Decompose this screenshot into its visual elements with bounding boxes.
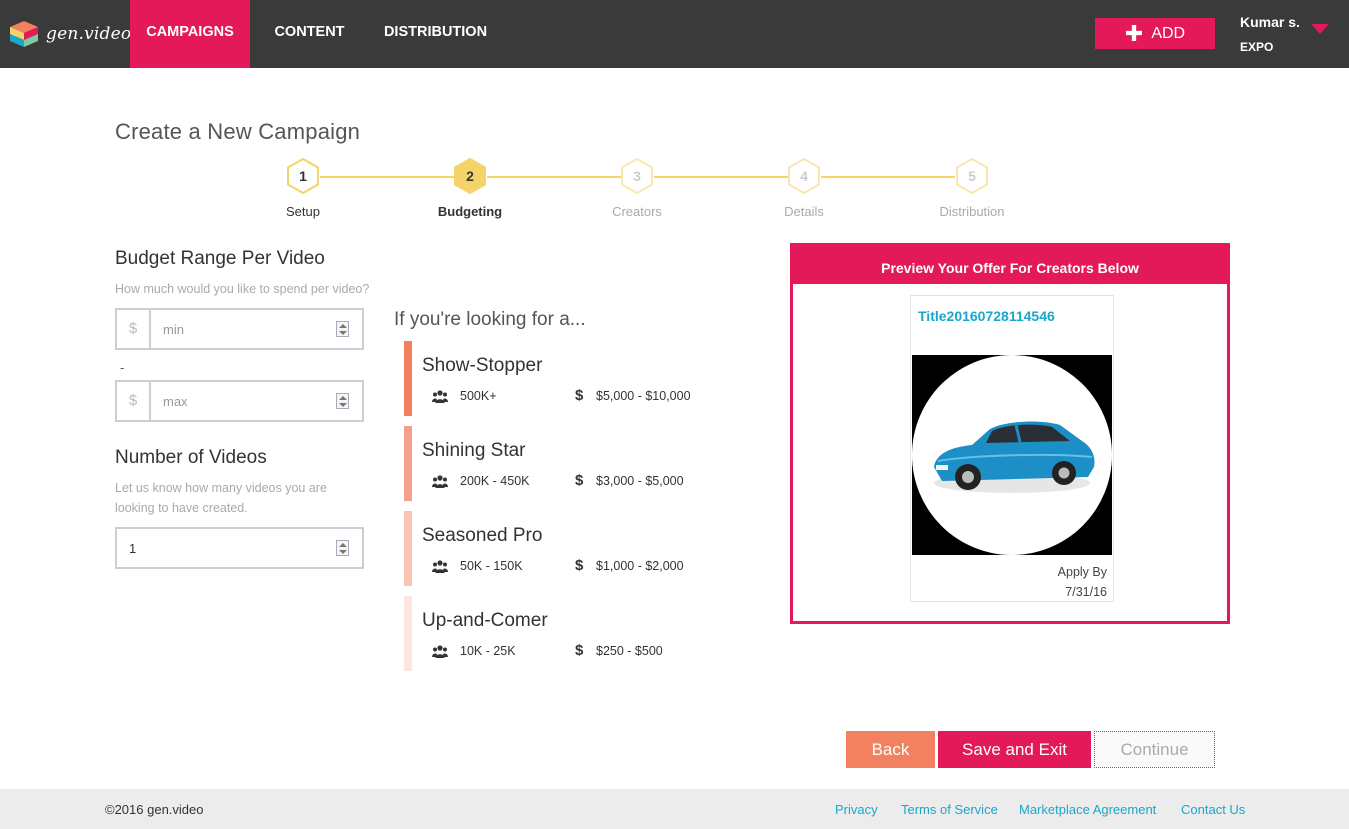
number-spinner-icon[interactable] (336, 393, 349, 409)
nav-distribution[interactable]: DISTRIBUTION (372, 0, 499, 68)
number-of-videos-help: looking to have created. (115, 501, 248, 515)
dollar-icon: $ (575, 472, 584, 489)
tiers-title: If you're looking for a... (394, 309, 586, 330)
step-number: 1 (299, 168, 307, 184)
tier-price: $1,000 - $2,000 (596, 559, 684, 573)
tier-name: Shining Star (422, 440, 526, 461)
step-label: Details (784, 204, 824, 219)
tier-audience: 50K - 150K (460, 559, 523, 573)
add-button-label: ADD (1151, 24, 1186, 42)
tier-color-bar (404, 341, 412, 416)
gen-video-logo-icon (10, 21, 38, 47)
tier-name: Up-and-Comer (422, 610, 548, 631)
stepper-connector (821, 176, 955, 178)
plus-icon: ✚ (1124, 20, 1144, 46)
tier-price: $5,000 - $10,000 (596, 389, 691, 403)
step-label: Creators (612, 204, 662, 219)
step-1-setup[interactable]: 1 (286, 158, 320, 194)
step-3-creators[interactable]: 3 (620, 158, 654, 194)
step-4-details[interactable]: 4 (787, 158, 821, 194)
step-number: 2 (466, 168, 474, 184)
tier-color-bar (404, 511, 412, 586)
audience-icon (432, 645, 448, 658)
tier-shining-star: Shining Star 200K - 450K $ $3,000 - $5,0… (404, 426, 744, 501)
apply-by-date: 7/31/16 (1065, 585, 1107, 599)
budget-min-input[interactable] (163, 310, 323, 348)
tier-seasoned-pro: Seasoned Pro 50K - 150K $ $1,000 - $2,00… (404, 511, 744, 586)
nav-campaigns[interactable]: CAMPAIGNS (130, 0, 250, 68)
budget-range-title: Budget Range Per Video (115, 248, 325, 269)
currency-prefix: $ (117, 310, 151, 348)
brand-logo[interactable]: gen.video (10, 20, 131, 48)
tier-up-and-comer: Up-and-Comer 10K - 25K $ $250 - $500 (404, 596, 744, 671)
continue-button[interactable]: Continue (1094, 731, 1215, 768)
audience-icon (432, 390, 448, 403)
footer-link-contact[interactable]: Contact Us (1181, 802, 1245, 817)
dollar-icon: $ (575, 557, 584, 574)
offer-preview-card[interactable]: Title20160728114546 Apply By 7/31/16 (910, 295, 1114, 602)
apply-by: Apply By 7/31/16 (1058, 562, 1107, 602)
user-name[interactable]: Kumar s. (1240, 14, 1300, 30)
offer-title[interactable]: Title20160728114546 (918, 308, 1055, 324)
tier-color-bar (404, 596, 412, 671)
footer: ©2016 gen.video Privacy Terms of Service… (0, 789, 1349, 829)
budget-max-input[interactable] (163, 382, 323, 420)
tier-audience: 500K+ (460, 389, 497, 403)
number-of-videos-help: Let us know how many videos you are (115, 481, 327, 495)
tier-name: Seasoned Pro (422, 525, 543, 546)
dollar-icon: $ (575, 642, 584, 659)
user-menu-caret-icon[interactable] (1311, 24, 1329, 34)
stepper-connector (487, 176, 621, 178)
car-image-icon (912, 355, 1112, 555)
brand-name: gen.video (46, 24, 132, 44)
user-organization: EXPO (1240, 40, 1274, 54)
offer-thumbnail (912, 355, 1112, 555)
footer-link-privacy[interactable]: Privacy (835, 802, 878, 817)
copyright: ©2016 gen.video (105, 802, 204, 817)
apply-by-label: Apply By (1057, 565, 1107, 579)
step-2-budgeting[interactable]: 2 (453, 158, 487, 194)
top-navigation-bar: gen.video CAMPAIGNS CONTENT DISTRIBUTION… (0, 0, 1349, 68)
tier-price: $250 - $500 (596, 644, 663, 658)
step-number: 5 (968, 168, 976, 184)
add-button[interactable]: ✚ ADD (1095, 18, 1215, 49)
step-5-distribution[interactable]: 5 (955, 158, 989, 194)
step-number: 4 (800, 168, 808, 184)
number-of-videos-title: Number of Videos (115, 447, 267, 468)
tier-color-bar (404, 426, 412, 501)
number-of-videos-input[interactable] (129, 529, 319, 567)
footer-link-marketplace[interactable]: Marketplace Agreement (1019, 802, 1156, 817)
stepper-connector (654, 176, 788, 178)
audience-icon (432, 475, 448, 488)
budget-min-field[interactable]: $ (115, 308, 364, 350)
number-of-videos-field[interactable] (115, 527, 364, 569)
number-spinner-icon[interactable] (336, 540, 349, 556)
step-number: 3 (633, 168, 641, 184)
step-label: Distribution (939, 204, 1005, 219)
currency-prefix: $ (117, 382, 151, 420)
audience-icon (432, 560, 448, 573)
stepper-connector (320, 176, 454, 178)
range-separator: - (120, 360, 125, 375)
footer-link-terms[interactable]: Terms of Service (901, 802, 998, 817)
budget-max-field[interactable]: $ (115, 380, 364, 422)
offer-preview-panel: Preview Your Offer For Creators Below Ti… (790, 243, 1230, 624)
tier-price: $3,000 - $5,000 (596, 474, 684, 488)
offer-preview-header: Preview Your Offer For Creators Below (793, 246, 1227, 284)
tier-name: Show-Stopper (422, 355, 543, 376)
page-title: Create a New Campaign (115, 119, 361, 144)
number-spinner-icon[interactable] (336, 321, 349, 337)
dollar-icon: $ (575, 387, 584, 404)
budget-range-help: How much would you like to spend per vid… (115, 282, 370, 296)
step-label: Setup (286, 204, 320, 219)
tier-audience: 200K - 450K (460, 474, 530, 488)
step-label: Budgeting (437, 204, 503, 219)
save-and-exit-button[interactable]: Save and Exit (938, 731, 1091, 768)
tier-audience: 10K - 25K (460, 644, 516, 658)
back-button[interactable]: Back (846, 731, 935, 768)
nav-content[interactable]: CONTENT (262, 0, 357, 68)
tier-show-stopper: Show-Stopper 500K+ $ $5,000 - $10,000 (404, 341, 744, 416)
